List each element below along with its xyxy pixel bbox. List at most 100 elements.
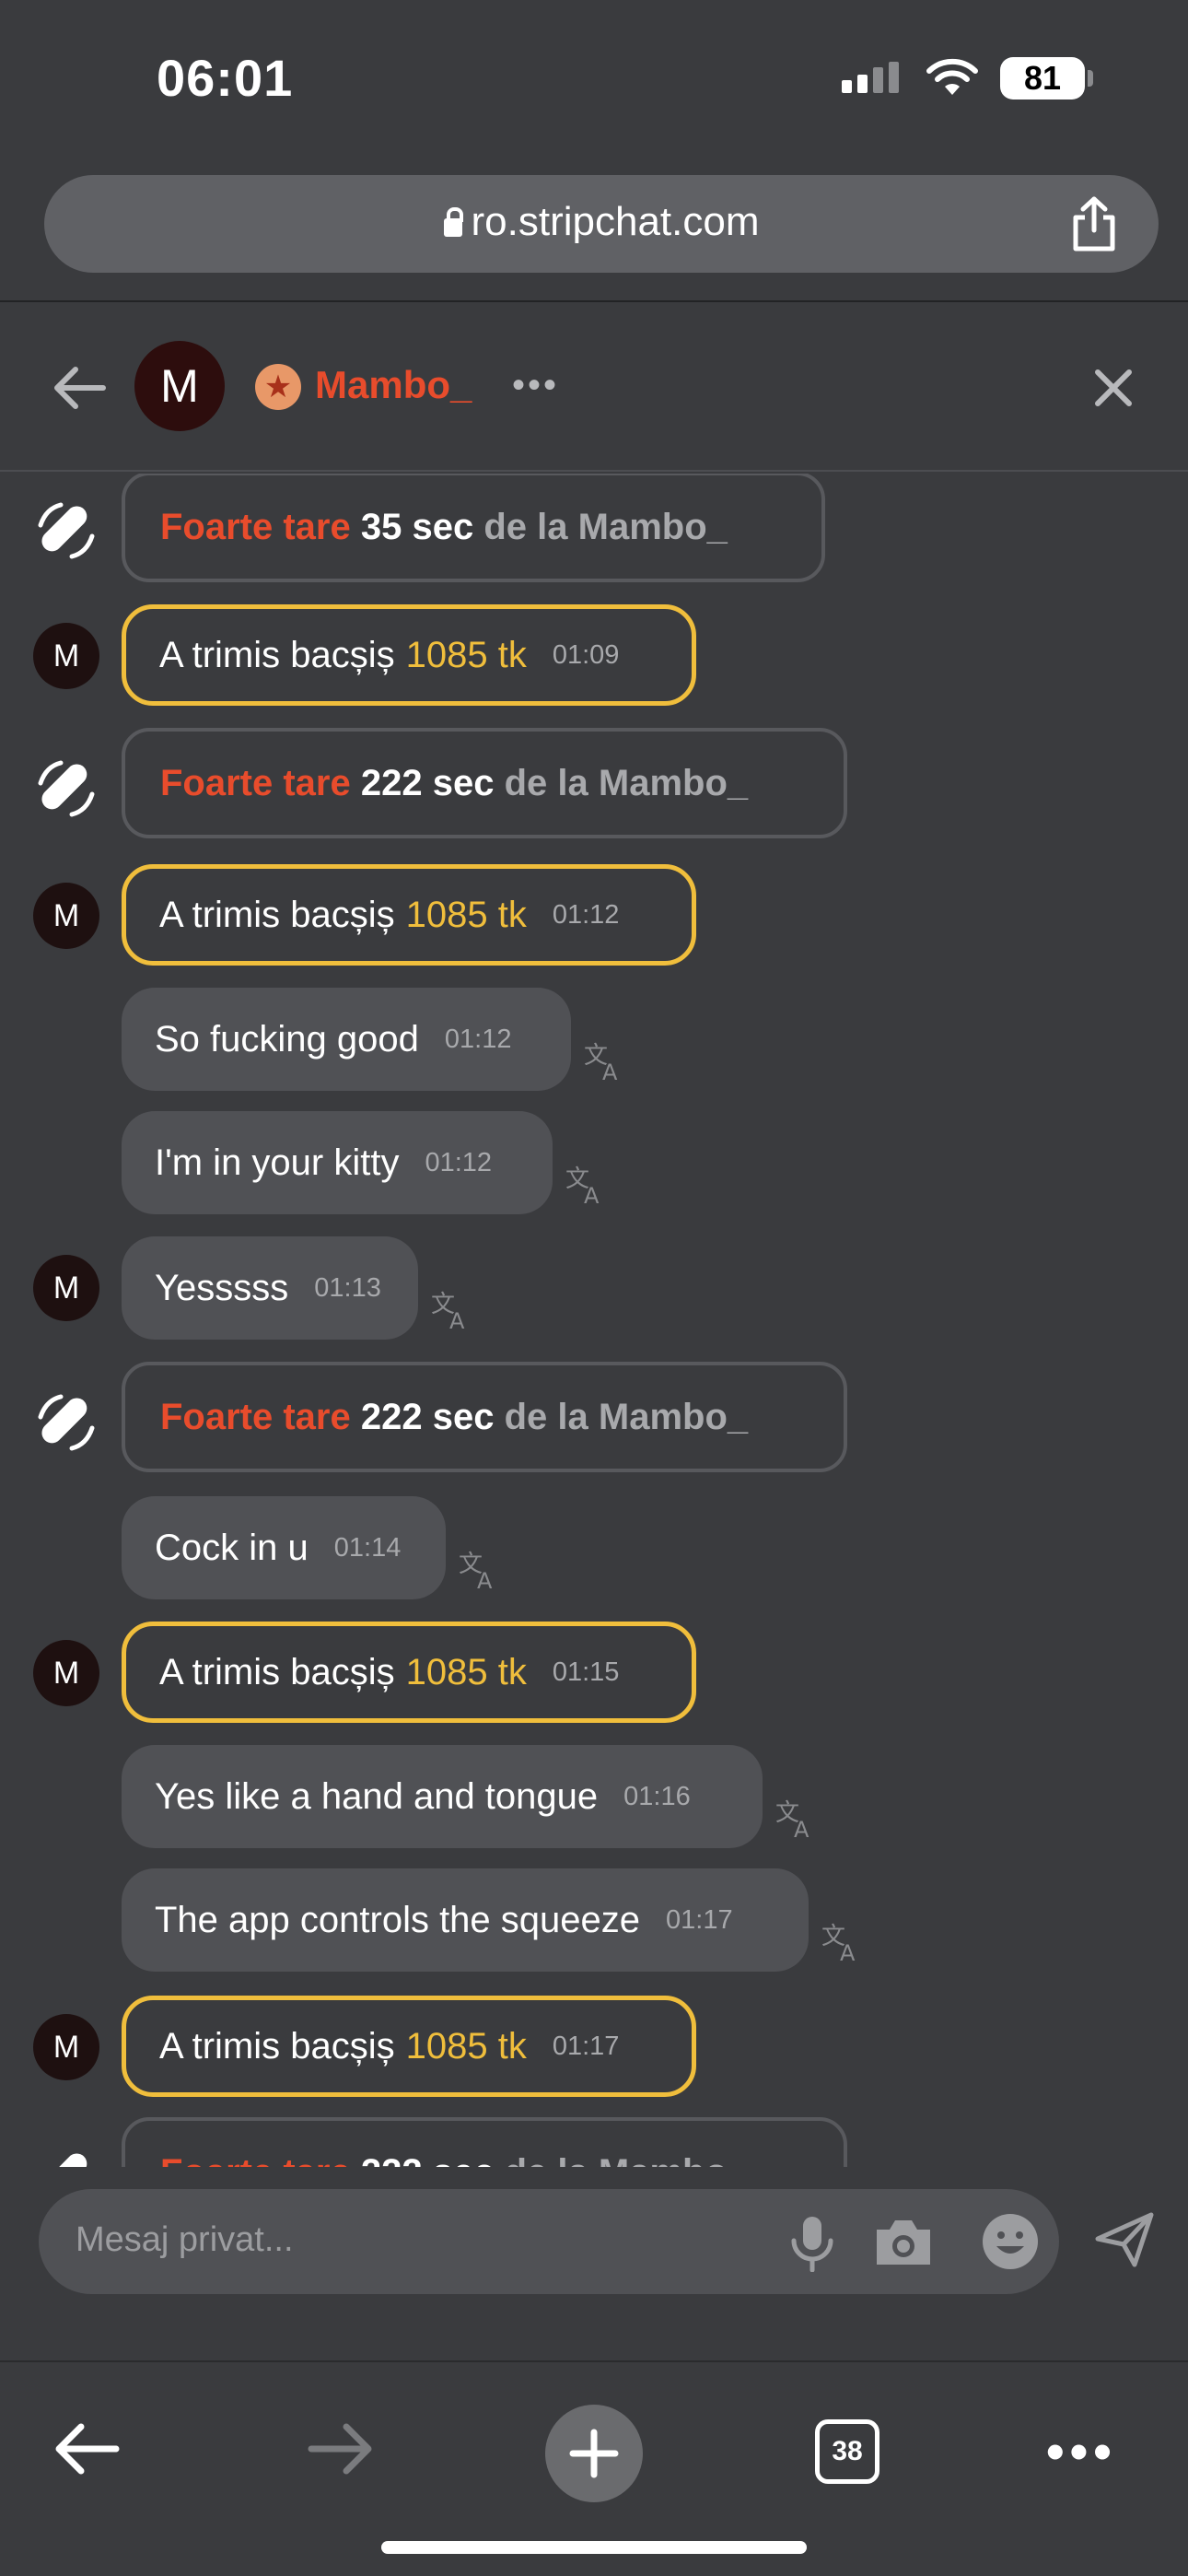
message-bubble[interactable]: Yesssss 01:13 — [122, 1236, 418, 1340]
more-menu-icon[interactable]: ••• — [1046, 2426, 1117, 2477]
tip-card: A trimis bacșiș 1085 tk 01:09 — [122, 604, 696, 706]
svg-text:A: A — [794, 1817, 809, 1841]
message-bubble[interactable]: Yes like a hand and tongue 01:16 — [122, 1745, 763, 1848]
event-card: Foarte tare 222 sec de la Mambo_ — [122, 1362, 847, 1472]
event-duration: 222 sec — [360, 1396, 495, 1437]
battery-level: 81 — [1023, 59, 1062, 97]
event-from-user: Mambo_ — [598, 762, 749, 803]
tabs-count: 38 — [832, 2436, 863, 2466]
svg-text:A: A — [584, 1183, 600, 1207]
new-tab-button[interactable] — [545, 2405, 643, 2502]
avatar[interactable]: M — [33, 1255, 99, 1321]
status-bar: 06:01 81 — [0, 0, 1188, 162]
message-input[interactable]: Mesaj privat... — [39, 2189, 1059, 2294]
emoji-icon[interactable] — [980, 2211, 1041, 2272]
avatar[interactable]: M — [33, 623, 99, 689]
message-text: Yesssss — [155, 1267, 289, 1308]
status-icons: 81 — [840, 57, 1093, 100]
avatar[interactable]: M — [33, 883, 99, 949]
message-bubble[interactable]: Cock in u 01:14 — [122, 1496, 446, 1599]
svg-text:A: A — [840, 1940, 856, 1964]
event-from-text: de la — [504, 1396, 588, 1437]
event-duration: 222 sec — [361, 2152, 495, 2168]
translate-icon[interactable]: 文 A — [820, 1920, 864, 1964]
translate-icon[interactable]: 文 A — [564, 1163, 608, 1207]
avatar[interactable]: M — [134, 341, 225, 431]
svg-text:A: A — [477, 1568, 493, 1592]
tip-card: A trimis bacșiș 1085 tk 01:17 — [122, 1996, 696, 2097]
message-time: 01:13 — [314, 1272, 381, 1303]
event-prefix: Foarte tare — [160, 1396, 351, 1437]
tip-text: A trimis bacșiș — [159, 2025, 395, 2067]
username[interactable]: Mambo_ — [315, 363, 472, 407]
message-time: 01:17 — [552, 2031, 620, 2061]
message-text: The app controls the squeeze — [155, 1899, 641, 1940]
more-options-icon[interactable]: ••• — [512, 367, 559, 404]
message-time: 01:09 — [552, 639, 620, 670]
vibration-toy-icon — [38, 760, 95, 817]
translate-icon[interactable]: 文 A — [429, 1288, 473, 1332]
tip-card: A trimis bacșiș 1085 tk 01:15 — [122, 1622, 696, 1723]
svg-text:A: A — [449, 1308, 465, 1332]
tip-text: A trimis bacșiș — [159, 1651, 395, 1692]
home-indicator[interactable] — [381, 2541, 807, 2554]
event-duration: 35 sec — [360, 506, 474, 547]
back-arrow-icon[interactable] — [52, 365, 107, 411]
chat-header: M ★ Mambo_ ••• — [0, 302, 1188, 472]
translate-icon[interactable]: 文 A — [774, 1797, 818, 1841]
tip-text: A trimis bacșiș — [159, 634, 395, 675]
tabs-button[interactable]: 38 — [815, 2419, 879, 2484]
browser-back-icon[interactable] — [53, 2419, 120, 2478]
url-text: ro.stripchat.com — [471, 199, 760, 244]
tip-amount: 1085 tk — [405, 894, 527, 935]
message-composer: Mesaj privat... — [0, 2167, 1188, 2360]
cellular-signal-icon — [842, 62, 899, 93]
event-from-user: Mambo_ — [599, 2152, 748, 2168]
event-from-user: Mambo_ — [577, 506, 728, 547]
event-card: Foarte tare 222 sec de la Mambo_ — [122, 2117, 847, 2167]
tip-text: A trimis bacșiș — [159, 894, 395, 935]
tip-card: A trimis bacșiș 1085 tk 01:12 — [122, 864, 696, 966]
event-card: Foarte tare 222 sec de la Mambo_ — [122, 728, 847, 838]
share-icon[interactable] — [1066, 195, 1122, 252]
plus-icon — [569, 2429, 619, 2478]
message-text: So fucking good — [155, 1018, 419, 1060]
url-display[interactable]: ro.stripchat.com — [44, 199, 1159, 245]
event-duration: 222 sec — [360, 762, 495, 803]
wifi-icon — [926, 58, 978, 95]
vibration-toy-icon — [41, 2153, 87, 2167]
camera-icon[interactable] — [873, 2217, 934, 2268]
address-bar[interactable]: ro.stripchat.com — [44, 175, 1159, 273]
lock-icon — [443, 207, 463, 237]
message-text: I'm in your kitty — [155, 1142, 400, 1183]
event-from-user: Mambo_ — [598, 1396, 749, 1437]
battery-indicator: 81 — [1000, 57, 1093, 100]
message-time: 01:12 — [444, 1024, 512, 1054]
translate-icon[interactable]: 文 A — [457, 1548, 501, 1592]
close-icon[interactable] — [1090, 365, 1136, 411]
message-text: Yes like a hand and tongue — [155, 1775, 599, 1817]
message-bubble[interactable]: The app controls the squeeze 01:17 — [122, 1868, 809, 1972]
tip-amount: 1085 tk — [405, 2025, 527, 2067]
message-bubble[interactable]: I'm in your kitty 01:12 — [122, 1111, 553, 1214]
message-list[interactable]: Foarte tare 35 sec de la Mambo_ M A trim… — [0, 474, 1188, 2167]
vibration-toy-icon — [38, 1394, 95, 1451]
vibration-toy-icon — [38, 502, 95, 559]
event-from-text: de la — [504, 762, 588, 803]
microphone-icon[interactable] — [786, 2215, 838, 2272]
browser-forward-icon[interactable] — [308, 2419, 374, 2478]
tip-amount: 1085 tk — [405, 1651, 527, 1692]
message-bubble[interactable]: So fucking good 01:12 — [122, 988, 571, 1091]
status-time: 06:01 — [157, 49, 294, 107]
message-time: 01:15 — [552, 1657, 620, 1687]
event-card: Foarte tare 35 sec de la Mambo_ — [122, 474, 825, 582]
event-from-text: de la — [505, 2152, 588, 2168]
avatar[interactable]: M — [33, 1640, 99, 1706]
avatar[interactable]: M — [33, 2014, 99, 2080]
message-time: 01:12 — [552, 899, 620, 930]
translate-icon[interactable]: 文 A — [582, 1039, 626, 1083]
send-icon[interactable] — [1094, 2211, 1155, 2268]
message-time: 01:17 — [666, 1904, 733, 1935]
star-badge-icon: ★ — [255, 364, 301, 410]
message-time: 01:14 — [333, 1532, 402, 1563]
